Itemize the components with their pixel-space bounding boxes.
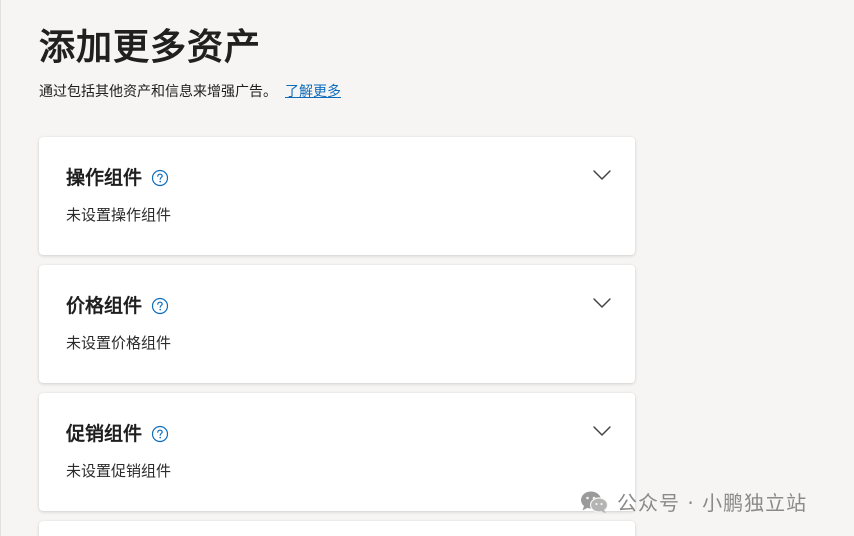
learn-more-link[interactable]: 了解更多 [285,84,341,100]
card-status: 未设置促销组件 [66,462,172,480]
question-circle-icon[interactable] [151,297,169,315]
watermark-text: 公众号 · 小鹏独立站 [617,491,808,515]
price-assets-card[interactable]: 价格组件 未设置价格组件 [39,265,635,383]
question-circle-icon[interactable] [151,425,169,443]
card-status: 未设置价格组件 [66,334,172,352]
card-header: 促销组件 [66,421,169,447]
card-title: 操作组件 [66,167,143,189]
card-header: 价格组件 [66,293,169,319]
card-title: 价格组件 [66,295,143,317]
next-assets-card[interactable] [39,521,635,536]
chevron-down-icon[interactable] [591,295,613,311]
chevron-down-icon[interactable] [591,167,613,183]
page: 添加更多资产 通过包括其他资产和信息来增强广告。 了解更多 操作组件 未设置操作组… [0,0,854,536]
promotion-assets-card[interactable]: 促销组件 未设置促销组件 [39,393,635,511]
page-subtitle: 通过包括其他资产和信息来增强广告。 [39,84,277,100]
chevron-down-icon[interactable] [591,423,613,439]
card-status: 未设置操作组件 [66,206,172,224]
card-title: 促销组件 [66,423,143,445]
watermark: 公众号 · 小鹏独立站 [579,487,807,516]
action-assets-card[interactable]: 操作组件 未设置操作组件 [39,137,635,255]
card-header: 操作组件 [66,165,169,191]
wechat-icon [581,491,609,513]
page-title: 添加更多资产 [39,27,262,68]
page-subtitle-row: 通过包括其他资产和信息来增强广告。 了解更多 [39,82,341,102]
question-circle-icon[interactable] [151,169,169,187]
